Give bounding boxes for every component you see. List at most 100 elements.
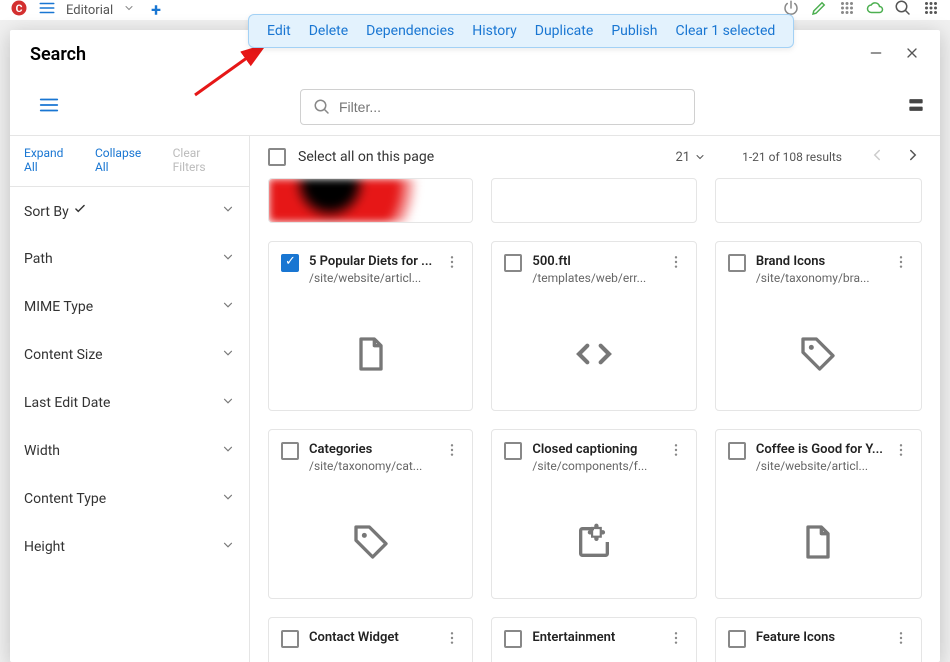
filter-label: Path	[24, 251, 53, 267]
card-menu-button[interactable]	[893, 630, 909, 650]
cloud-icon[interactable]	[866, 0, 884, 21]
action-history[interactable]: History	[472, 23, 517, 39]
main-menu-icon[interactable]	[38, 0, 56, 21]
card-title: 5 Popular Diets for ...	[309, 254, 434, 269]
card-checkbox[interactable]	[281, 442, 299, 460]
card-checkbox[interactable]	[728, 630, 746, 648]
card-menu-button[interactable]	[893, 254, 909, 274]
minimize-button[interactable]	[868, 45, 884, 65]
file-icon	[798, 522, 838, 562]
chevron-down-icon	[694, 151, 706, 163]
clear-filters-button[interactable]: Clear Filters	[173, 146, 235, 174]
chevron-down-icon	[221, 538, 235, 556]
result-card[interactable]: Feature Icons	[715, 617, 922, 662]
results-count: 1-21 of 108 results	[742, 150, 842, 164]
result-card[interactable]: Coffee is Good for Y... /site/website/ar…	[715, 429, 922, 599]
annotation-arrow	[190, 40, 280, 100]
filter-sidebar: Expand All Collapse All Clear Filters So…	[10, 136, 250, 662]
partial-card	[491, 178, 696, 223]
card-path: /site/taxonomy/bra...	[756, 271, 883, 285]
filter-content-type[interactable]: Content Type	[10, 475, 249, 523]
partial-card	[715, 178, 922, 223]
file-icon	[351, 334, 391, 374]
close-button[interactable]	[904, 45, 920, 65]
card-title: Entertainment	[532, 630, 657, 645]
action-clear-selected[interactable]: Clear 1 selected	[675, 23, 775, 39]
card-menu-button[interactable]	[668, 254, 684, 274]
result-card[interactable]: Brand Icons /site/taxonomy/bra...	[715, 241, 922, 411]
card-checkbox[interactable]	[504, 442, 522, 460]
apps-icon[interactable]	[838, 0, 856, 21]
add-button[interactable]: +	[151, 0, 161, 21]
card-checkbox[interactable]	[504, 254, 522, 272]
card-checkbox[interactable]	[728, 442, 746, 460]
filter-mime-type[interactable]: MIME Type	[10, 283, 249, 331]
card-path: /site/website/articl...	[309, 271, 434, 285]
collapse-all-button[interactable]: Collapse All	[95, 146, 157, 174]
grid-top-icon[interactable]	[922, 0, 940, 21]
chevron-down-icon	[221, 202, 235, 220]
chevron-down-icon	[221, 250, 235, 268]
logo-icon: C	[10, 0, 28, 21]
expand-all-button[interactable]: Expand All	[24, 146, 79, 174]
filter-last-edit-date[interactable]: Last Edit Date	[10, 379, 249, 427]
code-icon	[574, 334, 614, 374]
filter-width[interactable]: Width	[10, 427, 249, 475]
partial-card	[268, 178, 473, 223]
filter-label: Content Size	[24, 347, 103, 363]
chevron-down-icon	[221, 298, 235, 316]
view-toggle-button[interactable]	[906, 95, 926, 119]
card-menu-button[interactable]	[444, 630, 460, 650]
card-menu-button[interactable]	[893, 442, 909, 462]
card-menu-button[interactable]	[668, 442, 684, 462]
card-menu-button[interactable]	[668, 630, 684, 650]
result-card[interactable]: Contact Widget	[268, 617, 473, 662]
card-title: 500.ftl	[532, 254, 657, 269]
filter-input-wrapper[interactable]	[300, 89, 695, 125]
card-checkbox[interactable]	[504, 630, 522, 648]
filter-path[interactable]: Path	[10, 235, 249, 283]
search-modal: Search Expand All Collapse All Clear Fil…	[10, 30, 940, 662]
filter-label: MIME Type	[24, 299, 93, 315]
result-card[interactable]: Entertainment	[491, 617, 696, 662]
page-size-select[interactable]: 21	[675, 150, 706, 165]
filter-label: Width	[24, 443, 60, 459]
card-path: /site/taxonomy/cat...	[309, 459, 434, 473]
result-card[interactable]: 5 Popular Diets for ... /site/website/ar…	[268, 241, 473, 411]
svg-text:C: C	[16, 2, 23, 15]
result-card[interactable]: Categories /site/taxonomy/cat...	[268, 429, 473, 599]
chevron-down-icon	[221, 442, 235, 460]
select-all-checkbox[interactable]	[268, 148, 286, 166]
action-dependencies[interactable]: Dependencies	[366, 23, 454, 39]
card-checkbox[interactable]	[728, 254, 746, 272]
ext-icon	[574, 522, 614, 562]
result-card[interactable]: 500.ftl /templates/web/err...	[491, 241, 696, 411]
card-checkbox[interactable]	[281, 630, 299, 648]
next-page-button[interactable]	[904, 146, 922, 168]
card-checkbox[interactable]	[281, 254, 299, 272]
result-card[interactable]: Closed captioning /site/components/f...	[491, 429, 696, 599]
card-title: Brand Icons	[756, 254, 883, 269]
action-edit[interactable]: Edit	[267, 23, 291, 39]
search-top-icon[interactable]	[894, 0, 912, 21]
action-duplicate[interactable]: Duplicate	[535, 23, 594, 39]
card-title: Feature Icons	[756, 630, 883, 645]
pencil-icon[interactable]	[810, 0, 828, 21]
card-menu-button[interactable]	[444, 254, 460, 274]
filter-height[interactable]: Height	[10, 523, 249, 571]
filter-sort-by[interactable]: Sort By	[10, 187, 249, 235]
persona-dropdown-icon[interactable]	[123, 2, 135, 18]
card-path: /site/website/articl...	[756, 459, 883, 473]
search-icon	[313, 98, 331, 116]
persona-label[interactable]: Editorial	[66, 3, 113, 18]
action-publish[interactable]: Publish	[611, 23, 657, 39]
card-path: /site/components/f...	[532, 459, 657, 473]
card-title: Categories	[309, 442, 434, 457]
filter-input[interactable]	[339, 99, 682, 115]
filter-content-size[interactable]: Content Size	[10, 331, 249, 379]
prev-page-button[interactable]	[868, 146, 886, 168]
action-delete[interactable]: Delete	[309, 23, 348, 39]
filter-label: Last Edit Date	[24, 395, 110, 411]
card-menu-button[interactable]	[444, 442, 460, 462]
sidebar-toggle-icon[interactable]	[38, 94, 60, 120]
